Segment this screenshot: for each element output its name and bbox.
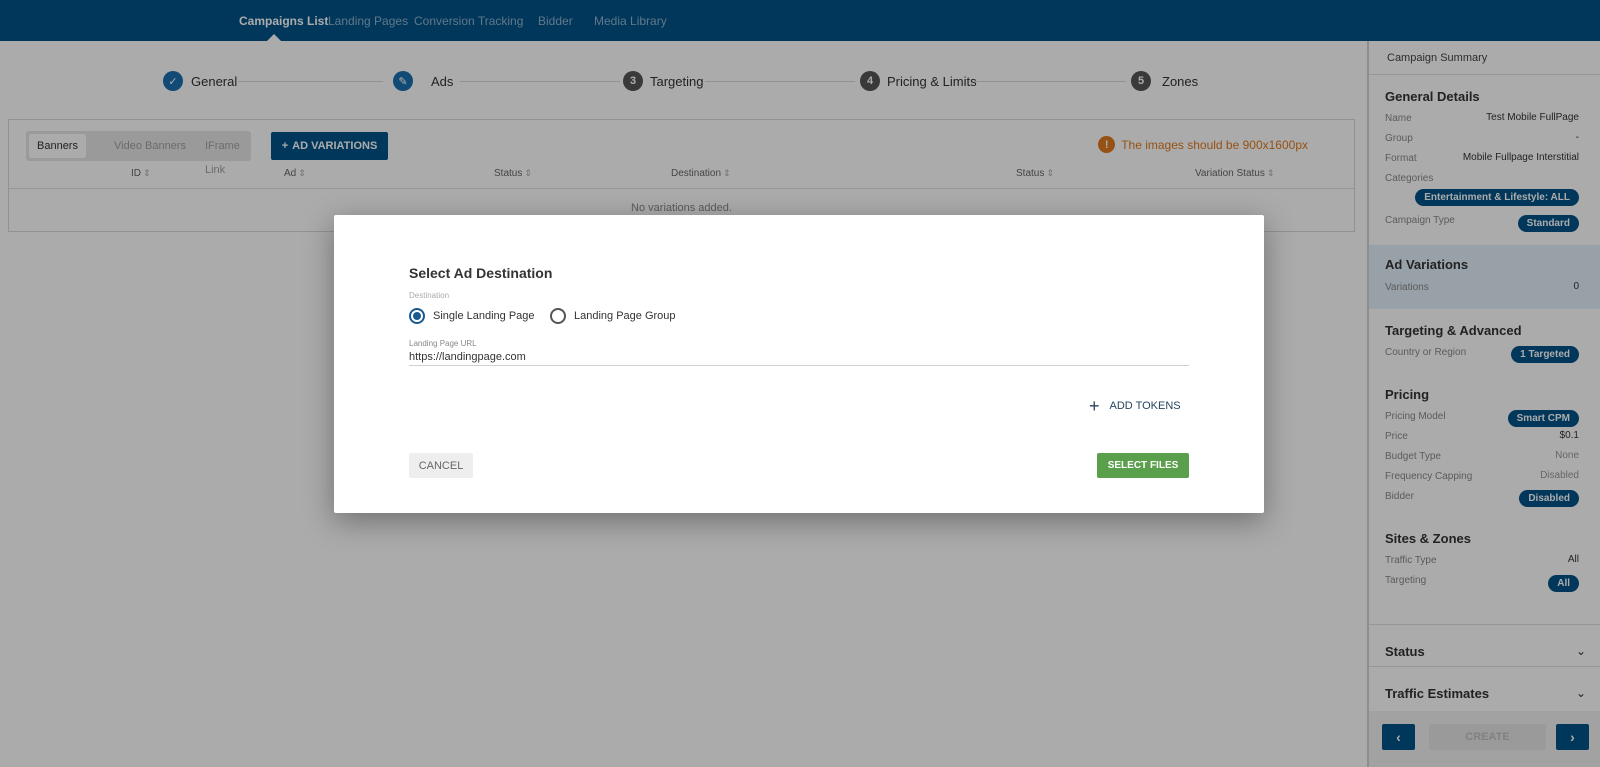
add-tokens-label: ADD TOKENS: [1109, 400, 1181, 412]
landing-page-group-radio[interactable]: [550, 308, 566, 324]
plus-icon: +: [1089, 396, 1100, 416]
dialog-title: Select Ad Destination: [409, 265, 553, 281]
landing-page-url-input[interactable]: [409, 348, 1189, 366]
landing-page-url-label: Landing Page URL: [409, 339, 477, 348]
destination-label: Destination: [409, 291, 450, 300]
landing-page-group-label[interactable]: Landing Page Group: [574, 310, 676, 322]
select-ad-destination-dialog: Select Ad Destination Destination Single…: [334, 215, 1264, 513]
single-landing-page-radio[interactable]: [409, 308, 425, 324]
select-files-button[interactable]: SELECT FILES: [1097, 453, 1189, 478]
cancel-button[interactable]: CANCEL: [409, 453, 473, 478]
add-tokens-button[interactable]: + ADD TOKENS: [1089, 396, 1181, 416]
single-landing-page-label[interactable]: Single Landing Page: [433, 310, 535, 322]
